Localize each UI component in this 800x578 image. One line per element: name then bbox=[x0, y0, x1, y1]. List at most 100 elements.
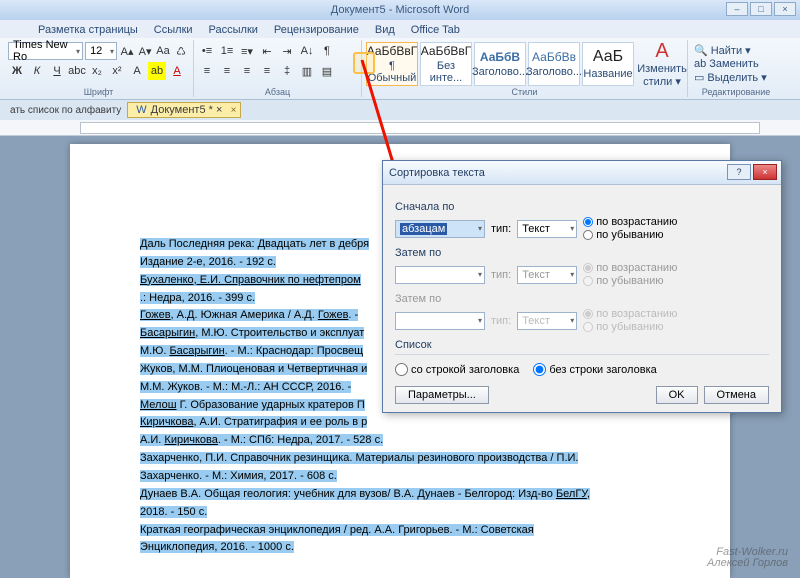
strike-icon[interactable]: abc bbox=[68, 62, 86, 80]
parameters-button[interactable]: Параметры... bbox=[395, 386, 489, 404]
window-controls: – □ × bbox=[726, 2, 796, 16]
replace-button[interactable]: abЗаменить bbox=[694, 58, 778, 70]
style-heading2[interactable]: АаБбВвЗаголово... bbox=[528, 42, 580, 86]
sort-type-3: Текст bbox=[517, 312, 577, 330]
select-button[interactable]: ▭Выделить ▾ bbox=[694, 71, 778, 84]
grow-font-icon[interactable]: A▴ bbox=[119, 42, 135, 60]
sort-field-2[interactable] bbox=[395, 266, 485, 284]
show-marks-icon[interactable]: ¶ bbox=[318, 42, 336, 60]
replace-icon: ab bbox=[694, 58, 706, 70]
then-by-label-1: Затем по bbox=[395, 247, 769, 259]
tab-mailings[interactable]: Рассылки bbox=[201, 22, 266, 38]
group-styles: АаБбВвГ¶ Обычный АаБбВвГБез инте... АаБб… bbox=[362, 40, 688, 97]
group-label-para: Абзац bbox=[194, 87, 361, 97]
desc-radio-1[interactable]: по убыванию bbox=[583, 229, 677, 241]
with-header-radio[interactable]: со строкой заголовка bbox=[395, 363, 519, 376]
tab-review[interactable]: Рецензирование bbox=[266, 22, 367, 38]
align-left-icon[interactable]: ≡ bbox=[198, 62, 216, 80]
minimize-button[interactable]: – bbox=[726, 2, 748, 16]
sort-row-3: тип: Текст по возрастанию по убыванию bbox=[395, 308, 769, 333]
change-case-icon[interactable]: Aa bbox=[155, 42, 171, 60]
group-paragraph: •≡ 1≡ ≡▾ ⇤ ⇥ A↓ ¶ ≡ ≡ ≡ ≡ ‡ ▥ ▤ Абзац bbox=[194, 40, 362, 97]
sort-type-2[interactable]: Текст bbox=[517, 266, 577, 284]
numbering-icon[interactable]: 1≡ bbox=[218, 42, 236, 60]
sort-row-2: тип: Текст по возрастанию по убыванию bbox=[395, 262, 769, 287]
subscript-icon[interactable]: x₂ bbox=[88, 62, 106, 80]
asc-radio-1[interactable]: по возрастанию bbox=[583, 216, 677, 228]
find-icon: 🔍 bbox=[694, 44, 708, 57]
text-effects-icon[interactable]: A bbox=[128, 62, 146, 80]
document-tab[interactable]: WДокумент5 * × bbox=[127, 102, 241, 118]
dialog-help-button[interactable]: ? bbox=[727, 164, 751, 180]
desc-radio-3: по убыванию bbox=[583, 321, 677, 333]
tab-references[interactable]: Ссылки bbox=[146, 22, 201, 38]
multilevel-icon[interactable]: ≡▾ bbox=[238, 42, 256, 60]
cancel-button[interactable]: Отмена bbox=[704, 386, 769, 404]
line-spacing-icon[interactable]: ‡ bbox=[278, 62, 296, 80]
sort-field-3 bbox=[395, 312, 485, 330]
highlight-icon[interactable]: ab bbox=[148, 62, 166, 80]
dialog-titlebar[interactable]: Сортировка текста ? × bbox=[383, 161, 781, 185]
ribbon-tabs: Разметка страницы Ссылки Рассылки Реценз… bbox=[0, 20, 800, 38]
tab-page-layout[interactable]: Разметка страницы bbox=[30, 22, 146, 38]
sort-type-1[interactable]: Текст bbox=[517, 220, 577, 238]
clear-format-icon[interactable]: ♺ bbox=[173, 42, 189, 60]
without-header-radio[interactable]: без строки заголовка bbox=[533, 363, 656, 376]
type-label-3: тип: bbox=[491, 315, 511, 327]
find-button[interactable]: 🔍Найти ▾ bbox=[694, 44, 778, 57]
then-by-label-2: Затем по bbox=[395, 293, 769, 305]
sort-row-1: абзацам тип: Текст по возрастанию по убы… bbox=[395, 216, 769, 241]
asc-radio-2: по возрастанию bbox=[583, 262, 677, 274]
maximize-button[interactable]: □ bbox=[750, 2, 772, 16]
group-label-edit: Редактирование bbox=[688, 87, 784, 97]
tab-office-tab[interactable]: Office Tab bbox=[403, 22, 468, 38]
shrink-font-icon[interactable]: A▾ bbox=[137, 42, 153, 60]
watermark: Fast-Wolker.ru Алексей Горлов bbox=[707, 547, 788, 570]
bold-icon[interactable]: Ж bbox=[8, 62, 26, 80]
style-title[interactable]: АаБНазвание bbox=[582, 42, 634, 86]
ribbon: Times New Ro 12 A▴ A▾ Aa ♺ Ж К Ч abc x₂ … bbox=[0, 38, 800, 100]
list-section-label: Список bbox=[395, 339, 769, 351]
style-heading1[interactable]: АаБбВЗаголово... bbox=[474, 42, 526, 86]
dialog-close-button[interactable]: × bbox=[753, 164, 777, 180]
font-color-icon[interactable]: A bbox=[168, 62, 186, 80]
title-bar: Документ5 - Microsoft Word – □ × bbox=[0, 0, 800, 20]
group-editing: 🔍Найти ▾ abЗаменить ▭Выделить ▾ Редактир… bbox=[688, 40, 784, 97]
bullets-icon[interactable]: •≡ bbox=[198, 42, 216, 60]
change-styles-button[interactable]: AИзменить стили ▾ bbox=[636, 42, 688, 86]
sort-field-1[interactable]: абзацам bbox=[395, 220, 485, 238]
borders-icon[interactable]: ▤ bbox=[318, 62, 336, 80]
sort-text-dialog: Сортировка текста ? × Сначала по абзацам… bbox=[382, 160, 782, 413]
group-font: Times New Ro 12 A▴ A▾ Aa ♺ Ж К Ч abc x₂ … bbox=[4, 40, 194, 97]
window-title: Документ5 - Microsoft Word bbox=[331, 4, 469, 16]
doc-word-icon: W bbox=[136, 104, 146, 116]
sort-button-highlight bbox=[353, 52, 375, 74]
select-icon: ▭ bbox=[694, 71, 704, 84]
dialog-title: Сортировка текста bbox=[389, 167, 485, 179]
superscript-icon[interactable]: x² bbox=[108, 62, 126, 80]
desc-radio-2: по убыванию bbox=[583, 275, 677, 287]
italic-icon[interactable]: К bbox=[28, 62, 46, 80]
font-name-combo[interactable]: Times New Ro bbox=[8, 42, 83, 60]
close-button[interactable]: × bbox=[774, 2, 796, 16]
dedent-icon[interactable]: ⇤ bbox=[258, 42, 276, 60]
horizontal-ruler[interactable] bbox=[0, 120, 800, 136]
group-label-styles: Стили bbox=[362, 87, 687, 97]
underline-icon[interactable]: Ч bbox=[48, 62, 66, 80]
tab-view[interactable]: Вид bbox=[367, 22, 403, 38]
shading-icon[interactable]: ▥ bbox=[298, 62, 316, 80]
ok-button[interactable]: OK bbox=[656, 386, 698, 404]
align-center-icon[interactable]: ≡ bbox=[218, 62, 236, 80]
sort-icon[interactable]: A↓ bbox=[298, 42, 316, 60]
doctab-truncated[interactable]: ать список по алфавиту bbox=[4, 105, 127, 116]
asc-radio-3: по возрастанию bbox=[583, 308, 677, 320]
type-label-1: тип: bbox=[491, 223, 511, 235]
type-label-2: тип: bbox=[491, 269, 511, 281]
document-tabs-bar: ать список по алфавиту WДокумент5 * × bbox=[0, 100, 800, 120]
font-size-combo[interactable]: 12 bbox=[85, 42, 117, 60]
align-right-icon[interactable]: ≡ bbox=[238, 62, 256, 80]
indent-icon[interactable]: ⇥ bbox=[278, 42, 296, 60]
style-no-spacing[interactable]: АаБбВвГБез инте... bbox=[420, 42, 472, 86]
justify-icon[interactable]: ≡ bbox=[258, 62, 276, 80]
first-by-label: Сначала по bbox=[395, 201, 769, 213]
